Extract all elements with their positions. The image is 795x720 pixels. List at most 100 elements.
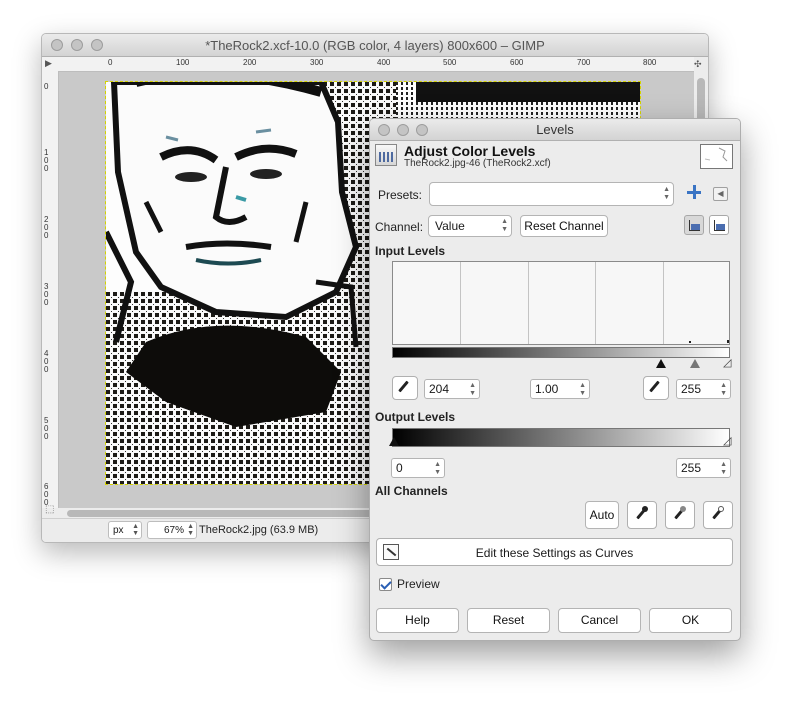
ruler-h-label: 600 [510, 58, 524, 67]
channel-arrows-icon: ▲ ▼ [501, 218, 508, 233]
dialog-subheading: TheRock2.jpg-46 (TheRock2.xcf) [404, 158, 551, 169]
ruler-h-label: 500 [443, 58, 457, 67]
presets-menu-icon[interactable]: ◀ [713, 187, 728, 201]
ruler-h-label: 400 [377, 58, 391, 67]
status-info: TheRock2.jpg (63.9 MB) [199, 524, 319, 536]
histogram-gridline [663, 262, 664, 344]
ruler-h-label: 0 [108, 58, 113, 67]
ruler-h-label: 700 [577, 58, 591, 67]
eyedropper-icon [398, 380, 409, 393]
output-low-value: 0 [396, 461, 403, 475]
ruler-v-label: 300 [44, 282, 49, 307]
add-preset-icon[interactable] [686, 184, 702, 200]
levels-dialog: Levels Adjust Color Levels TheRock2.jpg-… [369, 118, 741, 641]
reset-channel-button[interactable]: Reset Channel [520, 215, 608, 237]
black-point-picker[interactable] [392, 376, 418, 400]
output-low-handle[interactable] [389, 437, 399, 446]
pick-black-all-button[interactable] [627, 501, 657, 529]
ruler-v-label: 400 [44, 349, 49, 374]
preview-checkbox[interactable] [379, 578, 392, 591]
eyedropper-icon [649, 380, 660, 393]
histogram-gridline [595, 262, 596, 344]
layer-thumbnail [700, 144, 733, 169]
edit-as-curves-button[interactable]: Edit these Settings as Curves [376, 538, 733, 566]
help-button[interactable]: Help [376, 608, 459, 633]
ruler-v-label: 0 [44, 82, 49, 91]
checkmark-icon [380, 578, 392, 590]
histogram-gridline [528, 262, 529, 344]
output-high-spin[interactable]: 255 ▲ ▼ [676, 458, 731, 478]
output-levels-slider[interactable]: ◿ [389, 436, 731, 448]
white-point-picker[interactable] [643, 376, 669, 400]
spin-arrows-icon: ▲ ▼ [434, 461, 441, 476]
preview-label[interactable]: Preview [397, 577, 440, 591]
ruler-v-label: 500 [44, 416, 49, 441]
ruler-v-label: 100 [44, 148, 49, 173]
input-gradient [392, 347, 730, 358]
histogram [392, 261, 730, 345]
input-low-handle[interactable] [656, 359, 666, 368]
logarithmic-histogram-button[interactable] [709, 215, 729, 235]
auto-button[interactable]: Auto [585, 501, 619, 529]
input-high-spin[interactable]: 255 ▲ ▼ [676, 379, 731, 399]
cancel-button[interactable]: Cancel [558, 608, 641, 633]
input-low-value: 204 [429, 382, 450, 396]
input-levels-slider[interactable]: ◿ [392, 358, 731, 369]
unit-select[interactable]: px ▲ ▼ [108, 521, 142, 539]
ruler-h-label: 100 [176, 58, 190, 67]
output-high-handle[interactable]: ◿ [723, 436, 731, 447]
input-low-spin[interactable]: 204 ▲ ▼ [424, 379, 480, 399]
all-channels-heading: All Channels [375, 484, 448, 498]
output-high-value: 255 [681, 461, 702, 475]
image-window-title: *TheRock2.xcf-10.0 (RGB color, 4 layers)… [205, 38, 545, 53]
channel-select[interactable]: Value ▲ ▼ [428, 215, 512, 237]
edit-as-curves-label: Edit these Settings as Curves [475, 546, 634, 560]
image-window-titlebar[interactable]: *TheRock2.xcf-10.0 (RGB color, 4 layers)… [42, 34, 708, 57]
ok-button[interactable]: OK [649, 608, 732, 633]
quick-mask-menu-button[interactable]: ▶ [42, 57, 59, 72]
unit-spin-arrows-icon: ▲ ▼ [132, 523, 139, 537]
white-bulb-icon [718, 506, 724, 512]
spin-arrows-icon: ▲ ▼ [579, 382, 586, 397]
navigate-icon[interactable]: ✣ [694, 59, 704, 69]
input-gamma-handle[interactable] [690, 359, 700, 368]
linear-histogram-button[interactable] [684, 215, 704, 235]
presets-label: Presets: [378, 188, 423, 202]
thumbnail-image [701, 145, 732, 168]
quick-mask-toggle-icon[interactable]: ⬚ [45, 504, 57, 516]
histogram-gridline [460, 262, 461, 344]
ruler-h-label: 200 [243, 58, 257, 67]
horizontal-ruler[interactable]: 0 100 200 300 400 500 600 700 800 [58, 57, 694, 72]
input-high-handle[interactable]: ◿ [723, 358, 731, 369]
levels-titlebar[interactable]: Levels [370, 119, 740, 141]
channel-value: Value [435, 219, 465, 233]
channel-label: Channel: [375, 220, 424, 234]
histogram-bar [727, 340, 729, 343]
spin-arrows-icon: ▲ ▼ [720, 382, 727, 397]
pick-gray-all-button[interactable] [665, 501, 695, 529]
histogram-bar [689, 341, 691, 343]
gray-bulb-icon [680, 506, 686, 512]
dialog-heading: Adjust Color Levels [404, 143, 536, 159]
reset-button[interactable]: Reset [467, 608, 550, 633]
levels-window-title: Levels [536, 122, 574, 137]
input-gamma-spin[interactable]: 1.00 ▲ ▼ [530, 379, 590, 399]
presets-arrows-icon: ▲ ▼ [663, 186, 670, 201]
spin-arrows-icon: ▲ ▼ [720, 461, 727, 476]
presets-combo[interactable]: ▲ ▼ [429, 182, 674, 206]
ruler-h-label: 800 [643, 58, 657, 67]
output-low-spin[interactable]: 0 ▲ ▼ [391, 458, 445, 478]
vertical-ruler[interactable]: 0 100 200 300 400 500 600 [42, 71, 59, 508]
zoom-value: 67% [163, 525, 184, 536]
output-levels-heading: Output Levels [375, 410, 456, 424]
zoom-select[interactable]: 67% ▲ ▼ [147, 521, 197, 539]
pick-white-all-button[interactable] [703, 501, 733, 529]
ruler-v-label: 200 [44, 215, 49, 240]
zoom-spin-arrows-icon: ▲ ▼ [187, 523, 194, 537]
unit-value: px [113, 525, 124, 536]
ruler-h-label: 300 [310, 58, 324, 67]
input-gamma-value: 1.00 [535, 382, 559, 396]
black-bulb-icon [642, 506, 648, 512]
input-levels-heading: Input Levels [375, 244, 446, 258]
horizontal-scroll-thumb[interactable] [67, 510, 377, 517]
